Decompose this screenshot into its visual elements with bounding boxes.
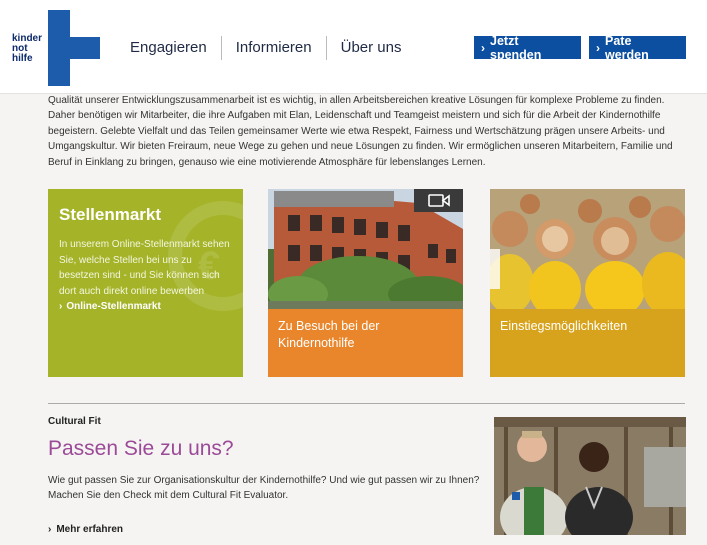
chevron-right-icon: › (596, 40, 600, 55)
section-divider (48, 403, 685, 404)
video-camera-icon (414, 189, 463, 212)
kindernothilfe-logo[interactable]: kinder not hilfe (8, 10, 100, 86)
cultural-fit-photo (494, 417, 686, 535)
children-photo (490, 189, 685, 309)
logo-line-3: hilfe (12, 53, 33, 64)
nav-item-engagieren[interactable]: Engagieren (116, 36, 221, 60)
chevron-right-icon: › (481, 40, 485, 55)
chevron-right-icon: › (59, 301, 63, 312)
link-label: Online-Stellenmarkt (66, 301, 161, 312)
tile-caption: Einstiegsmöglichkeiten (500, 319, 628, 333)
sponsor-button[interactable]: › Pate werden (589, 33, 686, 62)
tile-title: Stellenmarkt (59, 205, 162, 224)
section-label: Cultural Fit (48, 416, 101, 427)
mehr-erfahren-link[interactable]: › Mehr erfahren (48, 524, 123, 535)
intro-text: Qualität unserer Entwicklungszusammenarb… (48, 95, 673, 168)
online-stellenmarkt-link[interactable]: › Online-Stellenmarkt (59, 301, 161, 312)
donate-button[interactable]: › Jetzt spenden (474, 33, 581, 62)
chevron-right-icon: › (48, 524, 52, 535)
logo-wordmark: kinder not hilfe (12, 34, 42, 64)
section-text: Wie gut passen Sie zur Organisationskult… (48, 475, 480, 501)
donate-button-label: Jetzt spenden (490, 33, 542, 62)
link-label: Mehr erfahren (56, 524, 124, 535)
nav-item-informieren[interactable]: Informieren (222, 36, 326, 60)
tile-caption: Zu Besuch bei der Kindernothilfe (278, 319, 380, 350)
nav-item-ueber-uns[interactable]: Über uns (327, 36, 416, 60)
tile-description: In unserem Online-Stellenmarkt sehen Sie… (59, 239, 230, 297)
tile-stellenmarkt[interactable]: € Stellenmarkt In unserem Online-Stellen… (48, 189, 243, 377)
section-title: Passen Sie zu uns? (48, 437, 234, 460)
tile-einstiegsmoeglichkeiten[interactable]: Einstiegsmöglichkeiten (490, 189, 685, 377)
logo-cross-horizontal (48, 37, 100, 59)
tile-zu-besuch[interactable]: Zu Besuch bei der Kindernothilfe (268, 189, 463, 377)
main-navigation: Engagieren Informieren Über uns (116, 36, 415, 60)
sponsor-button-label: Pate werden (605, 33, 649, 62)
site-header: kinder not hilfe Engagieren Informieren … (0, 0, 707, 94)
